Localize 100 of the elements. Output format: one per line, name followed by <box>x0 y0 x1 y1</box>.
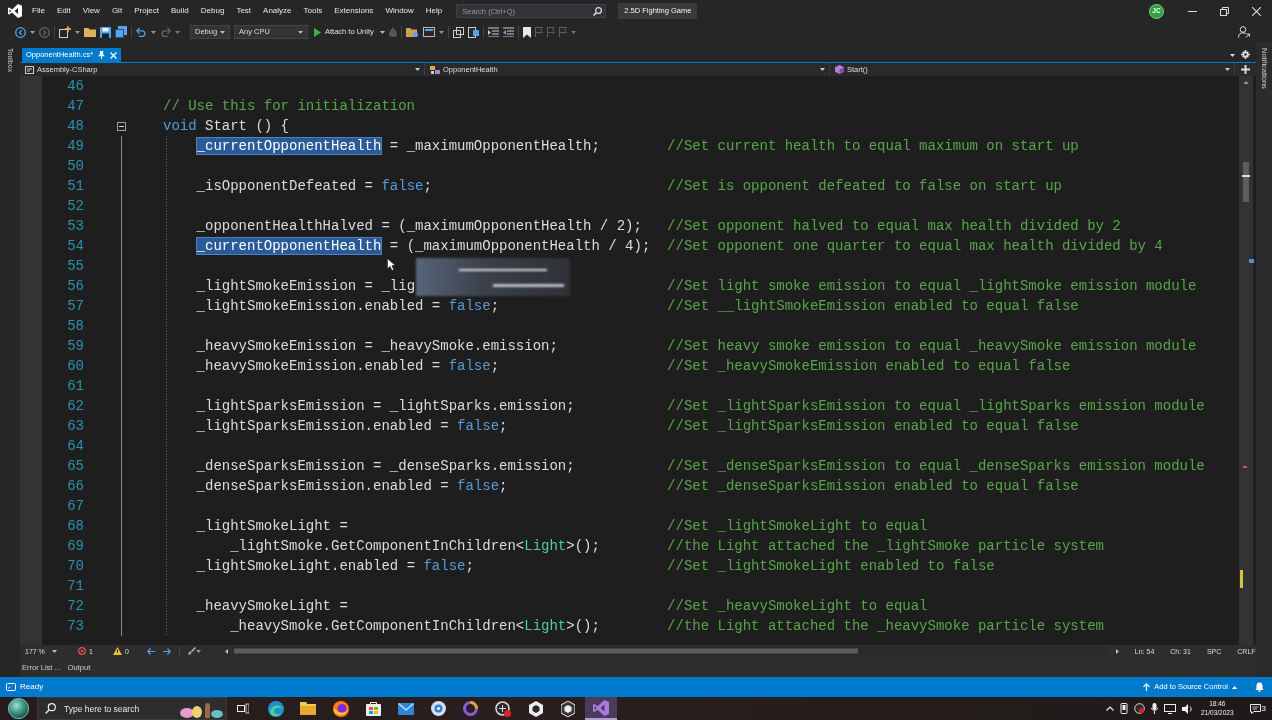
caret-icon[interactable] <box>820 68 825 71</box>
collapse-icon[interactable] <box>117 121 126 131</box>
browser-icon[interactable] <box>267 700 284 717</box>
code-comment: //Set opponent halved to equal max health divided by 2 <box>667 218 1121 234</box>
back-icon[interactable] <box>15 26 26 38</box>
folder-icon[interactable] <box>300 702 317 715</box>
caret-icon[interactable] <box>298 30 303 34</box>
microphone-icon[interactable] <box>1151 703 1158 714</box>
save-icon[interactable] <box>100 26 111 38</box>
folder-icon[interactable] <box>84 27 96 37</box>
settings-icon[interactable] <box>1241 50 1250 59</box>
forward-icon[interactable] <box>39 26 50 38</box>
caret-icon[interactable] <box>52 649 57 653</box>
folder-search-icon[interactable] <box>405 26 419 38</box>
monitor-icon[interactable] <box>1164 703 1176 714</box>
menu-item[interactable]: File <box>26 4 51 18</box>
ring-icon[interactable] <box>463 701 479 716</box>
code-comment: //Set light smoke emission to equal _lightSmoke emission module <box>667 278 1197 294</box>
play-icon <box>314 27 321 37</box>
menu-item[interactable]: Extensions <box>328 4 380 18</box>
hexagon-cube-icon[interactable] <box>528 700 543 717</box>
new-item-icon[interactable] <box>59 26 71 38</box>
menu-item[interactable]: Git <box>105 4 129 18</box>
stack-icon[interactable] <box>452 26 464 38</box>
code-text: _heavySmokeEmission = _heavySmoke.emission; <box>196 338 558 354</box>
mouse-pointer-icon <box>387 258 396 271</box>
caret-icon[interactable] <box>220 30 225 34</box>
browser-icon[interactable] <box>332 700 349 717</box>
taskbar-search-field[interactable]: Type here to search <box>37 697 227 720</box>
vs-logo-icon[interactable] <box>592 699 609 716</box>
window-frame-icon <box>6 683 16 691</box>
task-view-icon[interactable] <box>237 703 250 714</box>
start-orb-icon[interactable] <box>8 698 29 719</box>
menu-item[interactable]: Edit <box>50 4 77 18</box>
code-text: _heavySmoke.GetComponentInChildren<Light>(); <box>230 618 600 634</box>
project-icon <box>25 65 34 74</box>
caret-up-icon <box>1232 685 1237 689</box>
redo-icon[interactable] <box>160 27 171 37</box>
arrow-left-icon[interactable] <box>146 647 155 655</box>
arrow-right-icon[interactable] <box>162 647 171 655</box>
notification-button[interactable]: 3 <box>1245 703 1270 714</box>
share-person-icon[interactable] <box>1238 26 1250 38</box>
plus-icon[interactable] <box>1241 65 1250 74</box>
menu-item[interactable]: View <box>76 4 106 18</box>
squares-icon <box>430 65 440 74</box>
bookmark-icon[interactable] <box>522 26 531 38</box>
circle-icon[interactable] <box>1134 703 1145 714</box>
horizontal-scrollbar[interactable] <box>231 647 1108 655</box>
menu-item[interactable]: Build <box>165 4 195 18</box>
undo-icon[interactable] <box>136 27 147 37</box>
phone-icon[interactable] <box>1120 703 1128 714</box>
line-number: 71 <box>66 577 85 596</box>
caret-icon[interactable] <box>415 68 420 71</box>
document-icon[interactable] <box>467 26 479 38</box>
menu-item[interactable]: Window <box>379 4 420 18</box>
vertical-scrollbar[interactable] <box>1238 76 1256 645</box>
caret-icon[interactable] <box>438 30 444 34</box>
outdent-icon[interactable] <box>502 27 514 37</box>
caret-icon[interactable] <box>195 649 201 653</box>
save-all-icon[interactable] <box>115 26 127 38</box>
code-comment: //the Light attached the _lightSmoke particle system <box>667 538 1104 554</box>
caret-icon[interactable] <box>30 30 35 34</box>
caret-icon[interactable] <box>1230 54 1235 57</box>
disc-icon[interactable] <box>430 701 446 716</box>
menu-item[interactable]: Debug <box>194 4 231 18</box>
scroll-right-icon[interactable] <box>1115 648 1119 654</box>
restore-icon[interactable] <box>1219 6 1229 16</box>
caret-icon[interactable] <box>379 30 385 34</box>
search-icon[interactable] <box>593 6 603 16</box>
code-text: _denseSparksEmission = _denseSparks.emission; <box>196 458 575 474</box>
search-highlight-image <box>179 700 223 718</box>
caret-icon[interactable] <box>75 30 80 34</box>
search-icon[interactable] <box>45 703 56 714</box>
pin-icon[interactable] <box>98 51 106 59</box>
menu-item[interactable]: Test <box>230 4 258 18</box>
menu-item[interactable]: Analyze <box>257 4 298 18</box>
hexagon-cube-icon[interactable] <box>561 700 576 717</box>
line-number: 56 <box>66 277 85 296</box>
speaker-icon[interactable] <box>1182 703 1193 714</box>
circle-badge-icon[interactable] <box>495 700 512 717</box>
line-number: 65 <box>66 457 85 476</box>
minimize-icon[interactable] <box>1187 10 1197 12</box>
chevron-up-icon[interactable] <box>1106 706 1114 711</box>
indent-icon[interactable] <box>487 27 499 37</box>
caret-icon[interactable] <box>1225 68 1230 71</box>
menu-item[interactable]: Help <box>419 4 449 18</box>
bell-icon[interactable] <box>1255 682 1264 692</box>
brush-icon[interactable] <box>187 647 196 655</box>
menu-item[interactable]: Tools <box>297 4 329 18</box>
line-number: 69 <box>66 537 85 556</box>
store-bag-icon[interactable] <box>365 701 381 716</box>
window-icon[interactable] <box>422 27 435 37</box>
menu-item[interactable]: Project <box>128 4 166 18</box>
caret-icon[interactable] <box>151 30 156 34</box>
line-number: 62 <box>66 397 85 416</box>
code-comment: //Set _lightSmokeLight to equal <box>667 518 928 534</box>
code-comment: //Set opponent one quarter to equal max health divided by 4 <box>667 238 1163 254</box>
scroll-left-icon[interactable] <box>224 648 228 654</box>
mail-icon[interactable] <box>397 702 414 715</box>
close-icon[interactable] <box>1251 6 1261 16</box>
